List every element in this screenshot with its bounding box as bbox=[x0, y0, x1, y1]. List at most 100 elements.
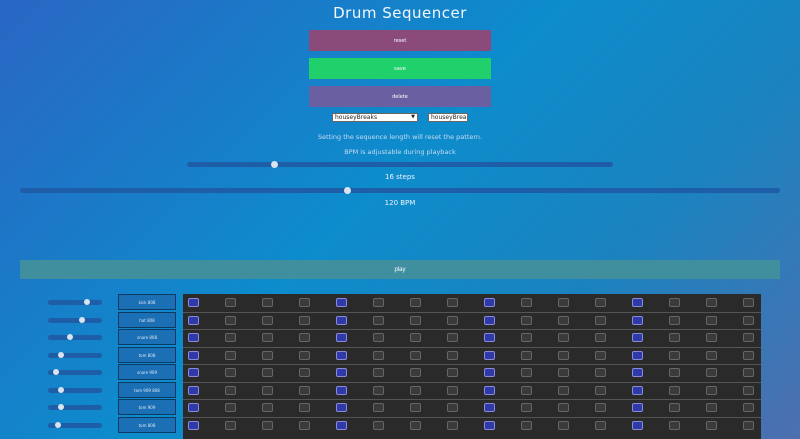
step-pad[interactable] bbox=[669, 386, 680, 395]
volume-slider-thumb[interactable] bbox=[58, 404, 64, 410]
step-pad[interactable] bbox=[410, 316, 421, 325]
step-pad[interactable] bbox=[521, 298, 532, 307]
step-pad[interactable] bbox=[373, 421, 384, 430]
step-pad[interactable] bbox=[373, 403, 384, 412]
step-pad[interactable] bbox=[632, 351, 643, 360]
step-pad[interactable] bbox=[558, 421, 569, 430]
step-pad[interactable] bbox=[410, 298, 421, 307]
step-pad[interactable] bbox=[188, 421, 199, 430]
step-pad[interactable] bbox=[706, 386, 717, 395]
step-pad[interactable] bbox=[262, 368, 273, 377]
step-pad[interactable] bbox=[595, 333, 606, 342]
step-pad[interactable] bbox=[743, 298, 754, 307]
step-pad[interactable] bbox=[447, 298, 458, 307]
step-pad[interactable] bbox=[262, 316, 273, 325]
step-pad[interactable] bbox=[558, 298, 569, 307]
step-pad[interactable] bbox=[484, 351, 495, 360]
volume-slider-thumb[interactable] bbox=[67, 334, 73, 340]
step-pad[interactable] bbox=[669, 333, 680, 342]
step-pad[interactable] bbox=[706, 368, 717, 377]
step-pad[interactable] bbox=[743, 351, 754, 360]
volume-slider-thumb[interactable] bbox=[58, 352, 64, 358]
step-pad[interactable] bbox=[669, 351, 680, 360]
step-pad[interactable] bbox=[225, 368, 236, 377]
step-pad[interactable] bbox=[410, 351, 421, 360]
step-pad[interactable] bbox=[299, 403, 310, 412]
step-pad[interactable] bbox=[706, 351, 717, 360]
step-pad[interactable] bbox=[262, 403, 273, 412]
bpm-slider[interactable] bbox=[20, 187, 780, 194]
step-pad[interactable] bbox=[336, 316, 347, 325]
volume-slider-thumb[interactable] bbox=[79, 317, 85, 323]
step-pad[interactable] bbox=[447, 403, 458, 412]
steps-slider[interactable] bbox=[187, 161, 613, 168]
step-pad[interactable] bbox=[262, 421, 273, 430]
step-pad[interactable] bbox=[706, 298, 717, 307]
step-pad[interactable] bbox=[484, 316, 495, 325]
step-pad[interactable] bbox=[743, 386, 754, 395]
step-pad[interactable] bbox=[188, 386, 199, 395]
sample-button[interactable]: snare 808 bbox=[118, 329, 176, 345]
step-pad[interactable] bbox=[373, 351, 384, 360]
step-pad[interactable] bbox=[188, 316, 199, 325]
step-pad[interactable] bbox=[373, 368, 384, 377]
step-pad[interactable] bbox=[410, 421, 421, 430]
step-pad[interactable] bbox=[447, 316, 458, 325]
step-pad[interactable] bbox=[410, 386, 421, 395]
step-pad[interactable] bbox=[336, 421, 347, 430]
step-pad[interactable] bbox=[706, 403, 717, 412]
step-pad[interactable] bbox=[595, 298, 606, 307]
step-pad[interactable] bbox=[447, 351, 458, 360]
step-pad[interactable] bbox=[706, 421, 717, 430]
volume-slider-thumb[interactable] bbox=[58, 387, 64, 393]
step-pad[interactable] bbox=[632, 386, 643, 395]
step-pad[interactable] bbox=[188, 403, 199, 412]
preset-name-input[interactable]: houseyBreaks bbox=[428, 113, 468, 122]
step-pad[interactable] bbox=[336, 386, 347, 395]
step-pad[interactable] bbox=[188, 368, 199, 377]
step-pad[interactable] bbox=[521, 351, 532, 360]
volume-slider[interactable] bbox=[48, 334, 102, 340]
step-pad[interactable] bbox=[299, 333, 310, 342]
step-pad[interactable] bbox=[299, 298, 310, 307]
step-pad[interactable] bbox=[669, 421, 680, 430]
volume-slider[interactable] bbox=[48, 299, 102, 305]
step-pad[interactable] bbox=[484, 421, 495, 430]
step-pad[interactable] bbox=[632, 421, 643, 430]
step-pad[interactable] bbox=[743, 333, 754, 342]
volume-slider[interactable] bbox=[48, 404, 102, 410]
step-pad[interactable] bbox=[299, 316, 310, 325]
step-pad[interactable] bbox=[521, 368, 532, 377]
step-pad[interactable] bbox=[558, 386, 569, 395]
step-pad[interactable] bbox=[299, 421, 310, 430]
step-pad[interactable] bbox=[521, 386, 532, 395]
step-pad[interactable] bbox=[558, 351, 569, 360]
step-pad[interactable] bbox=[373, 298, 384, 307]
step-pad[interactable] bbox=[632, 298, 643, 307]
step-pad[interactable] bbox=[188, 298, 199, 307]
volume-slider[interactable] bbox=[48, 369, 102, 375]
play-button[interactable]: play bbox=[20, 260, 780, 279]
step-pad[interactable] bbox=[225, 421, 236, 430]
step-pad[interactable] bbox=[521, 421, 532, 430]
step-pad[interactable] bbox=[336, 368, 347, 377]
step-pad[interactable] bbox=[521, 403, 532, 412]
step-pad[interactable] bbox=[484, 368, 495, 377]
sample-button[interactable]: tom 808 bbox=[118, 347, 176, 363]
sample-button[interactable]: hat 808 bbox=[118, 312, 176, 328]
step-pad[interactable] bbox=[299, 351, 310, 360]
step-pad[interactable] bbox=[521, 333, 532, 342]
volume-slider[interactable] bbox=[48, 317, 102, 323]
step-pad[interactable] bbox=[336, 403, 347, 412]
sample-button[interactable]: tom 808 bbox=[118, 417, 176, 433]
step-pad[interactable] bbox=[262, 298, 273, 307]
step-pad[interactable] bbox=[336, 298, 347, 307]
step-pad[interactable] bbox=[521, 316, 532, 325]
step-pad[interactable] bbox=[558, 403, 569, 412]
bpm-slider-thumb[interactable] bbox=[344, 187, 351, 194]
step-pad[interactable] bbox=[225, 386, 236, 395]
step-pad[interactable] bbox=[188, 333, 199, 342]
volume-slider-thumb[interactable] bbox=[53, 369, 59, 375]
volume-slider-thumb[interactable] bbox=[55, 422, 61, 428]
step-pad[interactable] bbox=[743, 403, 754, 412]
